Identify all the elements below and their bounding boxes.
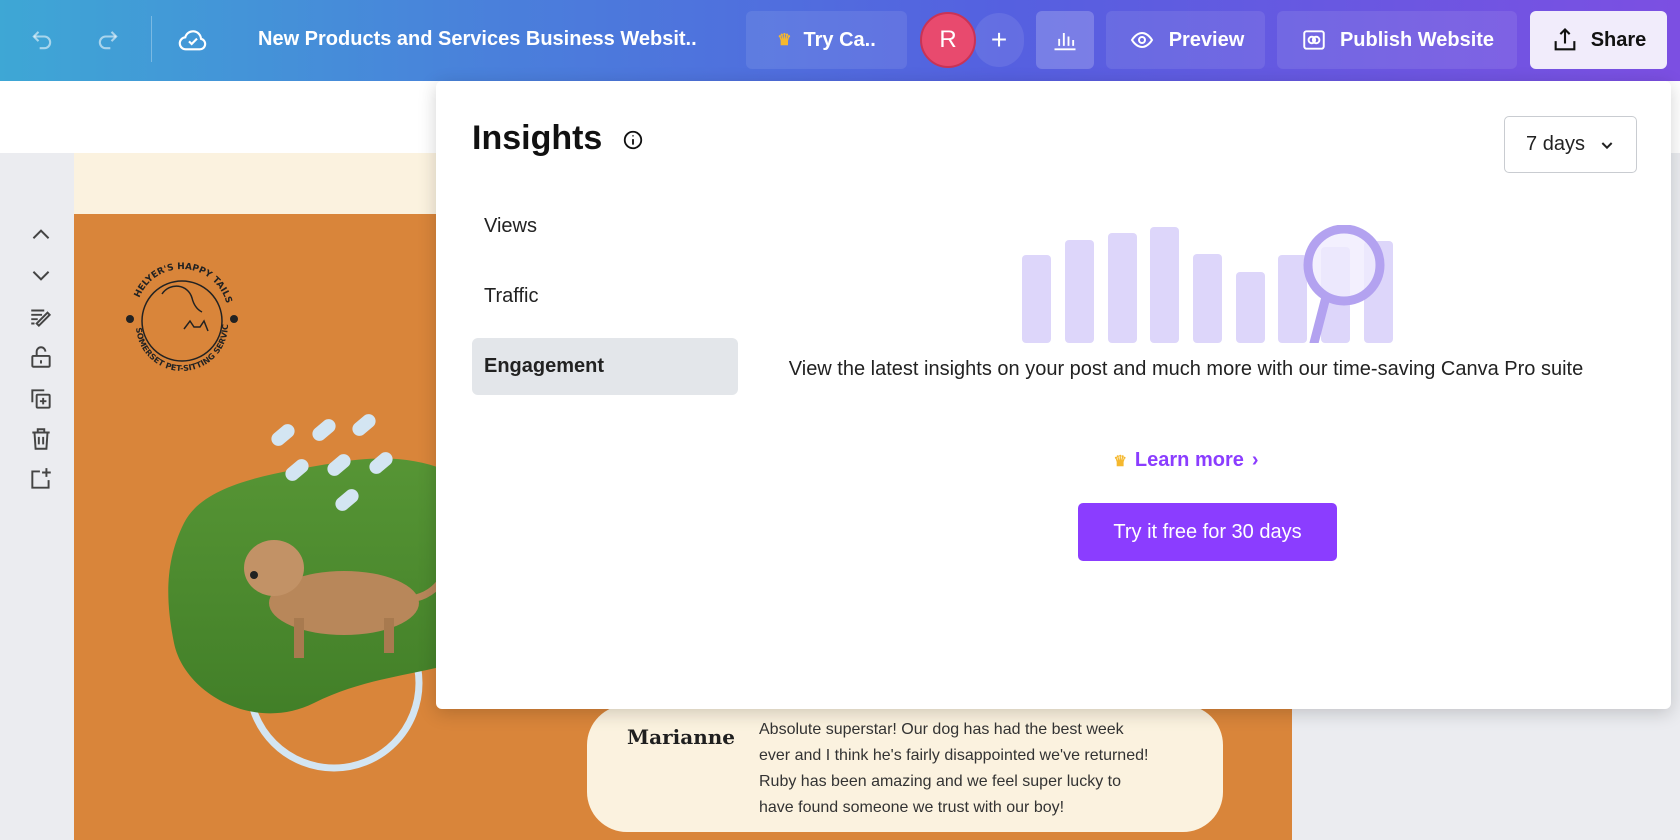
info-icon[interactable] [622, 129, 644, 151]
testimonial-line: ever and I think he's fairly disappointe… [759, 747, 1149, 764]
svg-text:HELYER'S HAPPY TAILS: HELYER'S HAPPY TAILS [133, 262, 234, 305]
tab-views[interactable]: Views [472, 198, 738, 255]
chevron-right-icon: › [1251, 449, 1259, 471]
testimonial-line: Ruby has been amazing and we feel super … [759, 773, 1121, 790]
document-title[interactable]: New Products and Services Business Websi… [258, 28, 697, 51]
share-button[interactable]: Share [1530, 11, 1667, 69]
top-header: New Products and Services Business Websi… [0, 0, 1680, 81]
unlock-icon[interactable] [28, 343, 54, 369]
upsell-text: View the latest insights on your post an… [788, 358, 1584, 380]
testimonial-author: Marianne [627, 725, 735, 749]
avatar[interactable]: R [920, 12, 976, 68]
tab-engagement[interactable]: Engagement [472, 338, 738, 395]
redo-icon[interactable] [94, 26, 122, 54]
testimonial-card[interactable]: Marianne Absolute superstar! Our dog has… [587, 705, 1223, 832]
eye-icon [1127, 28, 1157, 52]
chevron-down-icon [1599, 137, 1615, 153]
date-range-select[interactable]: 7 days [1504, 116, 1637, 173]
add-collaborator-button[interactable]: + [974, 13, 1024, 67]
testimonial-line: have found someone we trust with our boy… [759, 799, 1065, 816]
crown-icon: ♛ [1113, 452, 1127, 470]
delete-page-icon[interactable] [28, 426, 54, 452]
learn-more-link[interactable]: ♛ Learn more › [1086, 449, 1286, 472]
insights-panel: Insights 7 days Views Traffic Engagement… [436, 81, 1671, 709]
upsell-message: View the latest insights on your post an… [736, 353, 1636, 385]
try-free-button[interactable]: Try it free for 30 days [1078, 503, 1337, 561]
duplicate-page-icon[interactable] [28, 386, 54, 412]
upload-icon [1551, 26, 1579, 54]
cloud-saved-icon[interactable] [176, 24, 210, 56]
testimonial-line: Absolute superstar! Our dog has had the … [759, 721, 1124, 738]
move-down-icon[interactable] [28, 262, 54, 288]
insights-title: Insights [472, 119, 603, 157]
notes-edit-icon[interactable] [28, 304, 54, 330]
divider [151, 16, 152, 62]
insights-button[interactable] [1036, 11, 1094, 69]
tab-traffic[interactable]: Traffic [472, 268, 738, 325]
undo-icon[interactable] [28, 26, 56, 54]
publish-website-button[interactable]: Publish Website [1277, 11, 1517, 69]
add-page-icon[interactable] [28, 466, 54, 492]
bar-chart-icon [1051, 26, 1079, 54]
website-icon [1300, 27, 1328, 53]
try-canva-pro-button[interactable]: ♛ Try Ca.. [746, 11, 907, 69]
testimonial-text: Absolute superstar! Our dog has had the … [759, 717, 1148, 821]
move-up-icon[interactable] [28, 222, 54, 248]
insights-illustration [1022, 225, 1393, 343]
preview-button[interactable]: Preview [1106, 11, 1265, 69]
crown-icon: ♛ [777, 32, 792, 49]
